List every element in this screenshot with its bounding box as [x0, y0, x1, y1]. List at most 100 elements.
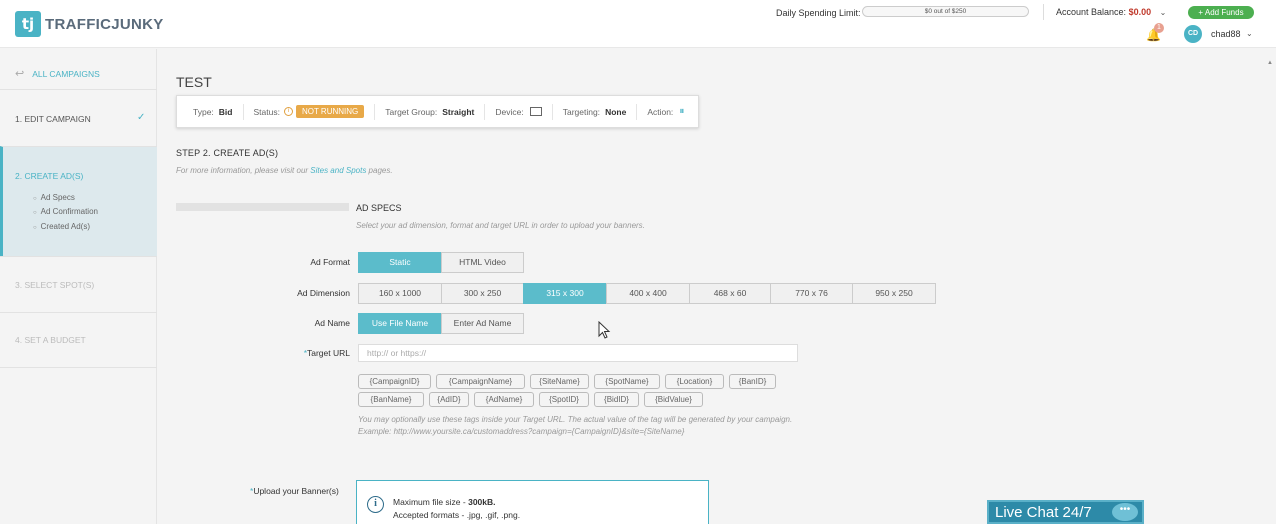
sidebar: ↩ ALL CAMPAIGNS 1. EDIT CAMPAIGN ✓ 2. CR…	[0, 49, 157, 524]
info-target-group: Target Group: Straight	[375, 103, 486, 120]
ad-format-static-button[interactable]: Static	[358, 252, 442, 273]
substep-ad-confirmation[interactable]: Ad Confirmation	[33, 207, 98, 216]
sidebar-step-create-ads[interactable]: 2. CREATE AD(S) Ad Specs Ad Confirmation…	[0, 146, 157, 256]
page-title: TEST	[176, 74, 212, 90]
step-info: For more information, please visit our S…	[176, 166, 393, 175]
enter-ad-name-button[interactable]: Enter Ad Name	[441, 313, 524, 334]
dimension-950x250-button[interactable]: 950 x 250	[852, 283, 936, 304]
upload-banners-label-text: Upload your Banner(s)	[253, 486, 339, 496]
spending-limit-bar: $0 out of $250	[862, 6, 1029, 17]
step-label: 1. EDIT CAMPAIGN	[15, 114, 91, 124]
desktop-icon	[529, 107, 542, 116]
target-url-label: *Target URL	[250, 348, 350, 358]
tag-location[interactable]: {Location}	[665, 374, 724, 389]
info-action-label: Action:	[647, 106, 674, 117]
tag-spotid[interactable]: {SpotID}	[539, 392, 589, 407]
ad-format-html-video-button[interactable]: HTML Video	[441, 252, 524, 273]
ad-dimension-label: Ad Dimension	[297, 288, 350, 298]
info-status: Status: i NOT RUNNING	[244, 103, 376, 120]
substep-created-ads[interactable]: Created Ad(s)	[33, 222, 90, 231]
ad-name-group: Use File Name Enter Ad Name	[358, 313, 524, 334]
dimension-770x76-button[interactable]: 770 x 76	[770, 283, 853, 304]
tag-bidid[interactable]: {BidID}	[594, 392, 639, 407]
info-targeting-value: None	[605, 106, 627, 117]
tag-bidvalue[interactable]: {BidValue}	[644, 392, 703, 407]
info-type-label: Type:	[193, 106, 214, 117]
step-label: 4. SET A BUDGET	[15, 335, 86, 345]
tag-sitename[interactable]: {SiteName}	[530, 374, 589, 389]
pause-icon[interactable]: ⏸	[679, 106, 684, 117]
spending-limit-label: Daily Spending Limit:	[776, 8, 861, 18]
username[interactable]: chad88	[1211, 29, 1241, 39]
step-info-suffix: pages.	[366, 166, 393, 175]
add-funds-button[interactable]: + Add Funds	[1188, 6, 1254, 19]
check-icon: ✓	[137, 112, 146, 123]
sidebar-step-edit-campaign[interactable]: 1. EDIT CAMPAIGN ✓	[0, 89, 157, 146]
info-type: Type: Bid	[177, 103, 244, 120]
sites-and-spots-link[interactable]: Sites and Spots	[310, 166, 366, 175]
info-icon: i	[367, 496, 384, 513]
sidebar-step-set-budget: 4. SET A BUDGET	[0, 312, 157, 368]
dimension-160x1000-button[interactable]: 160 x 1000	[358, 283, 442, 304]
ad-dimension-group: 160 x 1000 300 x 250 315 x 300 400 x 400…	[358, 283, 936, 304]
tag-help-line1: You may optionally use these tags inside…	[358, 415, 793, 424]
logo-text: TRAFFICJUNKY	[45, 15, 164, 33]
info-icon[interactable]: i	[283, 107, 293, 116]
top-header: tj TRAFFICJUNKY Daily Spending Limit: $0…	[0, 0, 1276, 48]
ad-name-label: Ad Name	[314, 318, 350, 328]
dimension-300x250-button[interactable]: 300 x 250	[441, 283, 524, 304]
all-campaigns-label: ALL CAMPAIGNS	[32, 68, 100, 79]
notification-badge: 1	[1154, 23, 1164, 33]
dimension-315x300-button[interactable]: 315 x 300	[523, 283, 607, 304]
info-status-label: Status:	[253, 106, 280, 117]
tag-banname[interactable]: {BanName}	[358, 392, 424, 407]
tag-adid[interactable]: {AdID}	[429, 392, 469, 407]
target-url-label-text: Target URL	[307, 348, 350, 358]
step-heading: STEP 2. CREATE AD(S)	[176, 148, 279, 158]
tag-help-text: You may optionally use these tags inside…	[358, 414, 792, 438]
info-type-value: Bid	[218, 106, 233, 117]
chevron-down-icon[interactable]: ⌄	[1246, 29, 1253, 38]
logo-icon: tj	[15, 11, 41, 37]
use-file-name-button[interactable]: Use File Name	[358, 313, 442, 334]
chevron-down-icon[interactable]: ⌄	[1160, 8, 1167, 17]
tag-campaignid[interactable]: {CampaignID}	[358, 374, 431, 389]
info-action: Action: ⏸	[637, 104, 694, 120]
substep-ad-specs[interactable]: Ad Specs	[33, 193, 75, 202]
step-label: 3. SELECT SPOT(S)	[15, 280, 95, 290]
avatar[interactable]: CD	[1184, 25, 1202, 43]
chat-bubble-icon[interactable]: •••	[1112, 503, 1138, 521]
back-arrow-icon: ↩	[15, 68, 25, 80]
info-target-group-value: Straight	[442, 106, 475, 117]
tag-spotname[interactable]: {SpotName}	[594, 374, 660, 389]
header-divider	[1043, 4, 1044, 20]
info-targeting: Targeting: None	[553, 103, 638, 120]
upload-max-label: Maximum file size -	[393, 497, 469, 507]
info-target-group-label: Target Group:	[385, 106, 438, 117]
info-device-label: Device:	[495, 106, 524, 117]
scroll-up-icon[interactable]: ▲	[1267, 60, 1273, 66]
upload-banners-label: *Upload your Banner(s)	[250, 486, 339, 496]
info-device: Device:	[485, 103, 553, 120]
upload-info-box[interactable]: i Maximum file size - 300kB. Accepted fo…	[356, 480, 709, 524]
tag-help-line2: Example: http://www.yoursite.ca/customad…	[358, 427, 685, 436]
tag-campaignname[interactable]: {CampaignName}	[436, 374, 525, 389]
account-balance[interactable]: Account Balance: $0.00 ⌄	[1056, 7, 1166, 17]
upload-max-value: 300kB.	[468, 497, 496, 507]
balance-label: Account Balance:	[1056, 7, 1127, 17]
info-targeting-label: Targeting:	[562, 106, 601, 117]
campaign-info-box: Type: Bid Status: i NOT RUNNING Target G…	[176, 95, 699, 128]
ad-format-group: Static HTML Video	[358, 252, 524, 273]
ad-specs-title: AD SPECS	[356, 203, 402, 213]
all-campaigns-link[interactable]: ↩ ALL CAMPAIGNS	[15, 67, 100, 80]
mouse-cursor-icon	[598, 321, 611, 339]
tag-banid[interactable]: {BanID}	[729, 374, 776, 389]
dimension-468x60-button[interactable]: 468 x 60	[689, 283, 771, 304]
ad-specs-subtitle: Select your ad dimension, format and tar…	[356, 221, 645, 230]
logo[interactable]: tj TRAFFICJUNKY	[15, 11, 164, 37]
status-badge: NOT RUNNING	[295, 105, 365, 118]
tag-adname[interactable]: {AdName}	[474, 392, 534, 407]
dimension-400x400-button[interactable]: 400 x 400	[606, 283, 690, 304]
target-url-input[interactable]: http:// or https://	[358, 344, 798, 362]
upload-formats: Accepted formats - .jpg, .gif, .png.	[393, 510, 521, 520]
